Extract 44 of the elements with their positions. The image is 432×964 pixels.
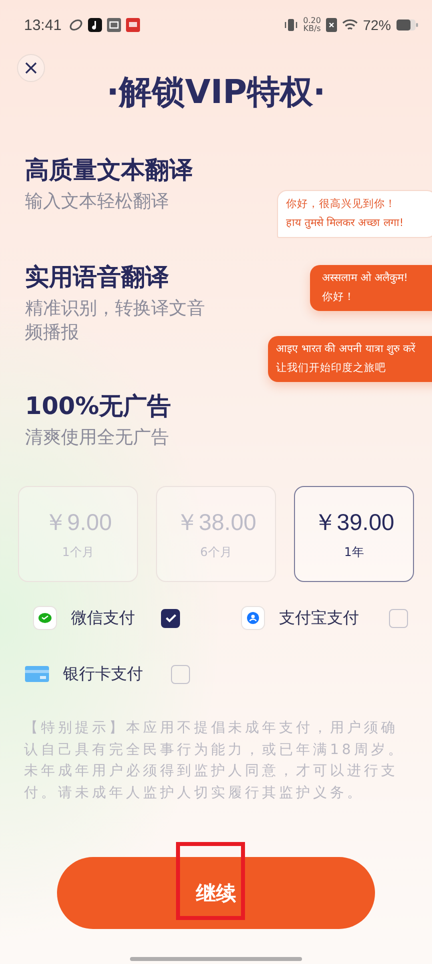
plan-option[interactable]: ￥38.00 6个月 xyxy=(156,486,276,582)
bubble-text: अस्सलाम ओ अलैकुम! xyxy=(322,270,409,286)
page-title: ·解锁VIP特权· xyxy=(105,71,327,113)
vibrate-icon xyxy=(284,18,298,32)
clock-time: 13:41 xyxy=(24,16,62,34)
net-speed-unit: KB/s xyxy=(303,25,321,33)
wifi-icon xyxy=(342,18,358,32)
checkbox[interactable] xyxy=(161,608,180,628)
feature-description: 输入文本轻松翻译 xyxy=(25,190,170,214)
plan-option[interactable]: ￥9.00 1个月 xyxy=(18,486,138,582)
plan-price: ￥9.00 xyxy=(44,508,112,537)
bubble-text: 你好，很高兴见到你！ xyxy=(286,197,397,212)
plan-price: ￥38.00 xyxy=(176,508,256,537)
sim-card-icon xyxy=(326,18,337,32)
plan-period: 1个月 xyxy=(62,544,94,561)
app-icon xyxy=(126,18,140,32)
close-button[interactable] xyxy=(17,54,45,82)
payment-label: 支付宝支付 xyxy=(279,608,359,628)
feature-description: 精准识别，转换译文音频播报 xyxy=(25,297,206,345)
plan-period: 1年 xyxy=(344,544,364,561)
plan-price: ￥39.00 xyxy=(314,508,394,537)
feature-title: 实用语音翻译 xyxy=(25,262,170,293)
bubble-text: 你好！ xyxy=(322,290,356,305)
battery-icon xyxy=(396,19,418,31)
chat-bubble-icon xyxy=(33,606,57,630)
check-icon xyxy=(164,613,176,623)
payment-label: 银行卡支付 xyxy=(63,664,143,684)
feature-title: 高质量文本翻译 xyxy=(25,155,194,186)
music-note-icon xyxy=(88,18,102,32)
bubble-text: 让我们开始印度之旅吧 xyxy=(276,361,387,376)
bubble-text: हाय तुमसे मिलकर अच्छा लगा! xyxy=(286,216,405,231)
payment-label: 微信支付 xyxy=(71,608,135,628)
person-badge-icon xyxy=(241,606,265,630)
plan-option[interactable]: ￥39.00 1年 xyxy=(294,486,414,582)
continue-button[interactable]: 继续 xyxy=(57,857,375,929)
close-icon xyxy=(25,62,37,74)
bubble-text: आइए भारत की अपनी यात्रा शुरु करें xyxy=(276,342,416,357)
plan-period: 6个月 xyxy=(200,544,232,561)
battery-percent: 72% xyxy=(362,17,391,33)
net-speed-value: 0.20 xyxy=(303,17,321,25)
notice-text: 【特别提示】本应用不提倡未成年支付，用户须确认自己具有完全民事行为能力，或已年满18周岁。未年成年用户必须得到监护人同意，才可以进行支付。请未成年人监护人切实履行其监护义务。 xyxy=(24,719,406,802)
bank-card-icon xyxy=(25,666,49,682)
feature-title: 100%无广告 xyxy=(25,391,172,422)
feature-description: 清爽使用全无广告 xyxy=(25,426,170,450)
